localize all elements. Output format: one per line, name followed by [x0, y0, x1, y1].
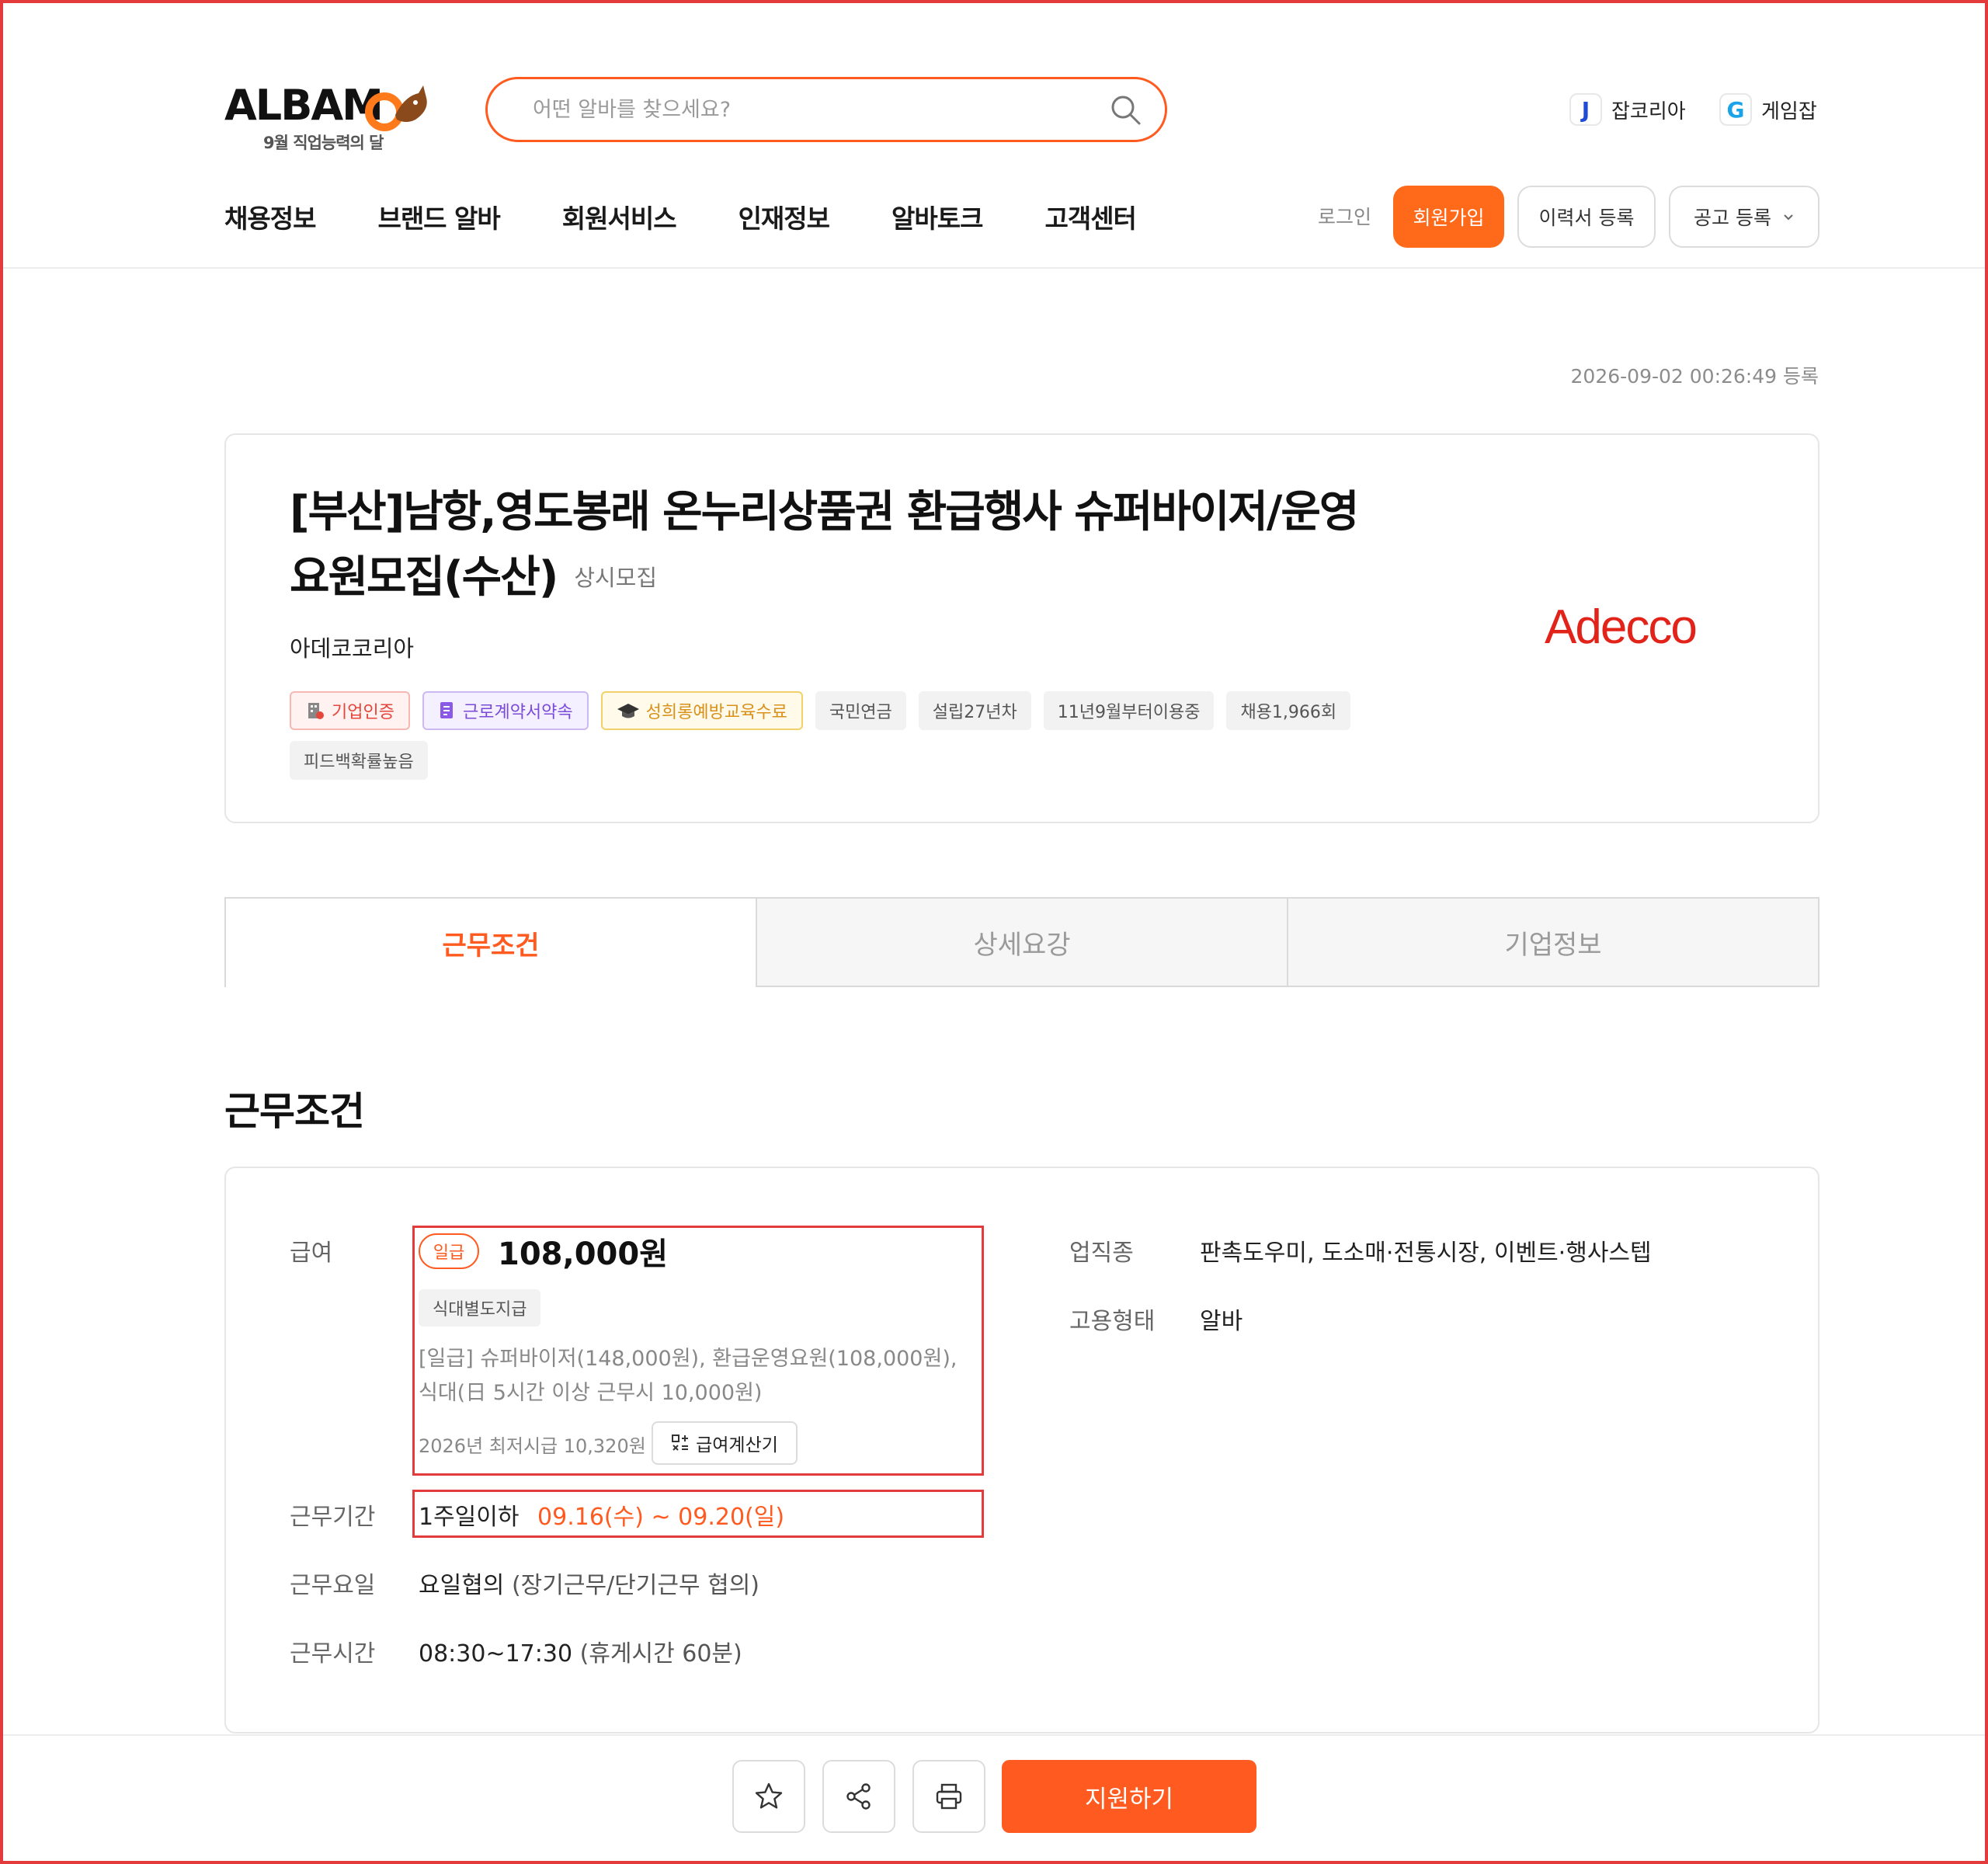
family-link-label: 잡코리아 [1611, 99, 1686, 123]
print-icon [936, 1783, 962, 1810]
job-title-line2: 요원모집(수산) [290, 552, 558, 603]
nav-item-jobs[interactable]: 채용정보 [224, 198, 316, 235]
header-divider [3, 267, 1985, 269]
nav-item-member[interactable]: 회원서비스 [562, 198, 677, 235]
company-name[interactable]: 아데코코리아 [290, 631, 414, 663]
pay-amount: 108,000원 [498, 1236, 668, 1272]
nav-item-talent[interactable]: 인재정보 [739, 198, 830, 235]
bottom-bar-divider [3, 1734, 1985, 1736]
company-logo[interactable]: Adecco [1545, 600, 1698, 655]
jobkorea-j-icon: J [1569, 93, 1602, 126]
join-button[interactable]: 회원가입 [1393, 186, 1504, 248]
apply-button[interactable]: 지원하기 [1002, 1760, 1256, 1833]
tag-certified[interactable]: 기업인증 [290, 691, 410, 730]
pay-note: [일급] 슈퍼바이저(148,000원), 환급운영요원(108,000원), … [419, 1347, 958, 1405]
calc-label: 급여계산기 [696, 1435, 778, 1455]
employment-value: 알바 [1200, 1308, 1243, 1335]
period-length: 1주일이하 [419, 1504, 520, 1531]
document-icon [440, 702, 453, 718]
tab-company-info[interactable]: 기업정보 [1288, 897, 1819, 987]
pay-type-badge: 일급 [419, 1233, 479, 1269]
period-dates: 09.16(수) ~ 09.20(일) [537, 1504, 785, 1531]
company-tags: 기업인증 근로계약서약속 성희롱예방교육수료 국민연금 설립27년차 11년9월… [290, 691, 1416, 780]
tab-conditions[interactable]: 근무조건 [224, 897, 756, 987]
hours-main: 08:30~17:30 [419, 1640, 573, 1668]
tag-label: 근로계약서약속 [462, 703, 573, 722]
tab-details[interactable]: 상세요강 [756, 897, 1288, 987]
share-button[interactable] [822, 1760, 895, 1833]
resume-register-button[interactable]: 이력서 등록 [1517, 186, 1656, 248]
tag-member-since[interactable]: 11년9월부터이용중 [1043, 691, 1215, 730]
industry-label: 업직종 [1069, 1240, 1134, 1267]
nav-item-brand[interactable]: 브랜드 알바 [377, 198, 500, 235]
cat-logo-icon [365, 85, 427, 131]
albamon-logo[interactable]: ALBAM 9월 직업능력의 달 [224, 81, 434, 158]
days-main: 요일협의 [419, 1572, 505, 1599]
minimum-wage: 2026년 최저시급 10,320원 [419, 1435, 646, 1457]
hours-note: (휴게시간 60분) [579, 1640, 742, 1668]
building-icon [308, 703, 324, 719]
registered-date: 2026-09-02 00:26:49 등록 [1570, 365, 1819, 388]
family-link-jobkorea[interactable]: J 잡코리아 [1569, 90, 1686, 129]
days-value: 요일협의 (장기근무/단기근무 협의) [419, 1566, 759, 1600]
pay-calculator-button[interactable]: 급여계산기 [652, 1421, 798, 1465]
period-label: 근무기간 [290, 1504, 376, 1531]
share-icon [846, 1783, 871, 1810]
search-icon[interactable] [1107, 92, 1145, 129]
search-bar [485, 77, 1167, 142]
job-summary-card: [부산]남항,영도봉래 온누리상품권 환급행사 슈퍼바이저/운영 요원모집(수산… [224, 433, 1819, 823]
meal-badge: 식대별도지급 [419, 1289, 541, 1327]
tag-harassment-training[interactable]: 성희롱예방교육수료 [600, 691, 803, 730]
employment-label: 고용형태 [1069, 1308, 1156, 1335]
section-title: 근무조건 [224, 1089, 365, 1134]
nav-item-support[interactable]: 고객센터 [1044, 198, 1136, 235]
tag-contract[interactable]: 근로계약서약속 [422, 691, 589, 730]
days-note: (장기근무/단기근무 협의) [511, 1572, 760, 1599]
hours-label: 근무시간 [290, 1640, 376, 1668]
hours-value: 08:30~17:30 (휴게시간 60분) [419, 1634, 742, 1668]
scrap-button[interactable] [732, 1760, 805, 1833]
detail-tabs: 근무조건 상세요강 기업정보 [224, 897, 1819, 987]
post-job-label: 공고 등록 [1694, 207, 1771, 229]
chevron-down-icon [1784, 214, 1793, 221]
period-value: 1주일이하 09.16(수) ~ 09.20(일) [419, 1497, 784, 1532]
graduation-cap-icon [617, 704, 639, 718]
login-link[interactable]: 로그인 [1318, 202, 1371, 230]
tag-label: 기업인증 [332, 703, 394, 722]
days-label: 근무요일 [290, 1572, 376, 1599]
calculator-icon [672, 1435, 689, 1451]
recruit-type: 상시모집 [574, 565, 658, 591]
post-job-button[interactable]: 공고 등록 [1669, 186, 1819, 248]
tag-label: 성희롱예방교육수료 [645, 703, 787, 722]
tag-feedback[interactable]: 피드백확률높음 [290, 741, 428, 780]
tag-pension[interactable]: 국민연금 [815, 691, 906, 730]
star-icon [755, 1782, 783, 1809]
job-title-line1: [부산]남항,영도봉래 온누리상품권 환급행사 슈퍼바이저/운영 [290, 487, 1359, 537]
tag-hire-count[interactable]: 채용1,966회 [1226, 691, 1351, 730]
pay-label: 급여 [290, 1240, 333, 1267]
industry-value: 판촉도우미, 도소매·전통시장, 이벤트·행사스텝 [1200, 1240, 1652, 1267]
gamejob-g-icon: G [1719, 93, 1752, 126]
print-button[interactable] [912, 1760, 985, 1833]
family-link-label: 게임잡 [1761, 99, 1817, 123]
nav-item-talk[interactable]: 알바토크 [891, 198, 983, 235]
job-title: [부산]남항,영도봉래 온누리상품권 환급행사 슈퍼바이저/운영 요원모집(수산… [290, 480, 1478, 610]
conditions-card: 급여 일급 108,000원 식대별도지급 [일급] 슈퍼바이저(148,000… [224, 1167, 1819, 1734]
search-input[interactable] [533, 93, 1076, 126]
family-link-gamejob[interactable]: G 게임잡 [1719, 90, 1817, 129]
main-nav: 채용정보 브랜드 알바 회원서비스 인재정보 알바토크 고객센터 [224, 196, 1198, 238]
tag-founded[interactable]: 설립27년차 [918, 691, 1031, 730]
logo-wordmark: ALBAM [224, 81, 384, 130]
logo-subtitle: 9월 직업능력의 달 [263, 134, 384, 152]
